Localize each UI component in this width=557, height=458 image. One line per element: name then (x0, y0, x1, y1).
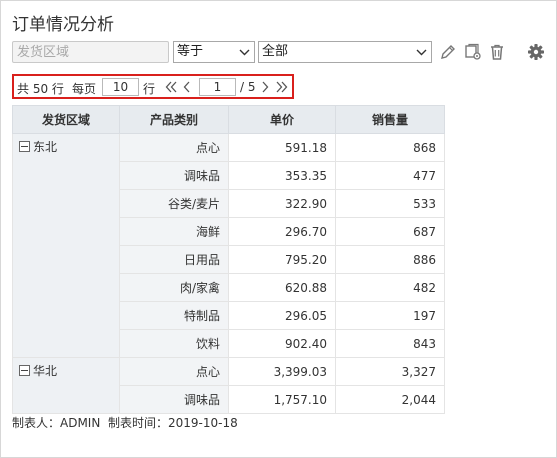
per-page-label: 每页 (72, 82, 97, 96)
prev-page-icon[interactable] (182, 78, 191, 100)
value-select[interactable]: 全部 (258, 41, 432, 63)
sales-cell: 687 (335, 217, 445, 246)
report-table: 发货区域 产品类别 单价 销售量 东北 点心 591.18 868 调味品 35… (12, 105, 445, 414)
chevron-down-icon (416, 42, 427, 70)
column-header[interactable]: 单价 (228, 105, 336, 134)
category-cell: 特制品 (119, 301, 229, 330)
collapse-toggle-icon[interactable] (19, 141, 30, 152)
category-cell: 点心 (119, 357, 229, 386)
first-page-icon[interactable] (165, 78, 178, 100)
category-cell: 肉/家禽 (119, 273, 229, 302)
price-cell: 620.88 (228, 273, 336, 302)
maker-label: 制表人：ADMIN (12, 416, 101, 430)
price-cell: 296.70 (228, 217, 336, 246)
category-cell: 谷类/麦片 (119, 189, 229, 218)
sales-cell: 2,044 (335, 385, 445, 414)
category-cell: 点心 (119, 133, 229, 162)
column-header[interactable]: 发货区域 (12, 105, 120, 134)
sales-cell: 197 (335, 301, 445, 330)
price-cell: 1,757.10 (228, 385, 336, 414)
category-cell: 日用品 (119, 245, 229, 274)
column-header[interactable]: 产品类别 (119, 105, 229, 134)
pagination-bar: 共 50 行 每页 10 行 1 / 5 (12, 74, 294, 99)
field-select-input[interactable] (12, 41, 169, 63)
category-cell: 海鲜 (119, 217, 229, 246)
operator-select[interactable]: 等于 (173, 41, 255, 63)
gear-icon[interactable] (527, 43, 545, 61)
region-label: 东北 (33, 140, 58, 154)
next-page-icon[interactable] (261, 78, 270, 100)
page-title: 订单情况分析 (12, 15, 114, 35)
sales-cell: 886 (335, 245, 445, 274)
price-cell: 322.90 (228, 189, 336, 218)
operator-value: 等于 (177, 44, 204, 59)
region-group-cell: 东北 (12, 133, 120, 358)
price-cell: 353.35 (228, 161, 336, 190)
sales-cell: 843 (335, 329, 445, 358)
price-cell: 591.18 (228, 133, 336, 162)
category-cell: 调味品 (119, 385, 229, 414)
pencil-icon[interactable] (439, 43, 457, 61)
last-page-icon[interactable] (275, 78, 288, 100)
sales-cell: 533 (335, 189, 445, 218)
current-page-input[interactable]: 1 (199, 78, 236, 96)
sales-cell: 477 (335, 161, 445, 190)
price-cell: 795.20 (228, 245, 336, 274)
total-pages-label: / 5 (240, 80, 256, 94)
created-time-label: 制表时间：2019-10-18 (107, 416, 238, 430)
column-header[interactable]: 销售量 (335, 105, 445, 134)
collapse-toggle-icon[interactable] (19, 365, 30, 376)
sales-cell: 3,327 (335, 357, 445, 386)
region-label: 华北 (33, 364, 58, 378)
report-panel: 订单情况分析 等于 全部 (0, 0, 557, 458)
copy-settings-icon[interactable] (464, 43, 482, 61)
chevron-down-icon (239, 42, 250, 70)
rows-unit-label: 行 (143, 82, 156, 96)
report-footer: 制表人：ADMIN 制表时间：2019-10-18 (12, 414, 238, 431)
category-cell: 饮料 (119, 329, 229, 358)
table-row: 华北 点心 3,399.03 3,327 (12, 357, 445, 414)
trash-icon[interactable] (488, 43, 506, 61)
price-cell: 3,399.03 (228, 357, 336, 386)
value-selected: 全部 (262, 44, 289, 59)
price-cell: 296.05 (228, 301, 336, 330)
region-group-cell: 华北 (12, 357, 120, 414)
category-cell: 调味品 (119, 161, 229, 190)
price-cell: 902.40 (228, 329, 336, 358)
table-row: 东北 点心 591.18 868 (12, 133, 445, 358)
sales-cell: 482 (335, 273, 445, 302)
sales-cell: 868 (335, 133, 445, 162)
per-page-input[interactable]: 10 (102, 78, 139, 96)
table-header-row: 发货区域 产品类别 单价 销售量 (12, 105, 445, 134)
total-rows-label: 共 50 行 (17, 82, 64, 96)
